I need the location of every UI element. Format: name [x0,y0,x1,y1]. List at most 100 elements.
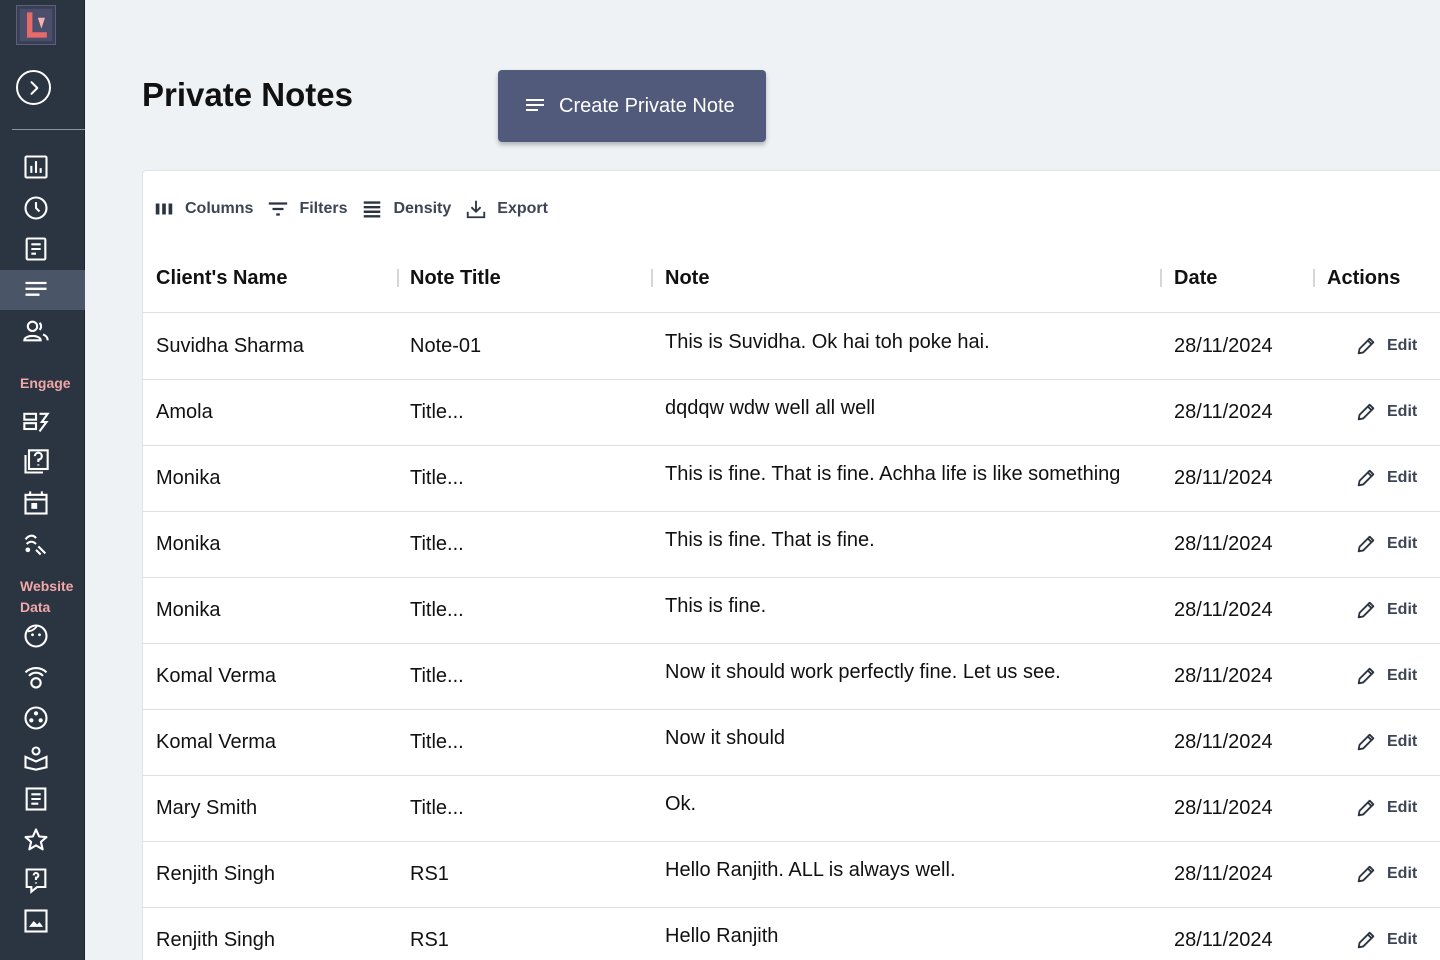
column-separator[interactable] [397,269,399,287]
sidebar-divider [12,129,85,130]
grid-toolbar: Columns Filters Density Export [153,197,562,221]
column-separator[interactable] [1160,269,1162,287]
sidebar-item-broadcast[interactable] [0,657,85,697]
sidebar-item-reviews[interactable] [0,820,85,860]
sidebar-item-gallery[interactable] [0,901,85,941]
sidebar-item-form[interactable] [0,229,85,269]
column-header-note-title[interactable]: Note Title [410,249,501,313]
create-private-note-label: Create Private Note [559,94,735,117]
cell-note-title: Title... [410,665,464,687]
cell-note: This is Suvidha. Ok hai toh poke hai. [665,331,990,353]
cell-note-title: Title... [410,401,464,423]
export-button[interactable]: Export [465,198,548,220]
cell-client-name: Monika [156,599,221,621]
cell-client-name: Renjith Singh [156,929,275,951]
edit-button[interactable]: Edit [1355,335,1417,357]
calendar-icon [24,491,48,515]
table-row[interactable]: Renjith Singh RS1 Hello Ranjith 28/11/20… [143,908,1440,960]
integrations-icon [24,706,48,730]
pencil-icon [1357,667,1375,685]
campaign-icon [23,412,50,432]
table-row[interactable]: Amola Title... dqdqw wdw well all well 2… [143,380,1440,446]
sidebar-item-clients[interactable] [0,311,85,351]
cell-note-title: RS1 [410,863,449,885]
edit-button[interactable]: Edit [1355,401,1417,423]
edit-button[interactable]: Edit [1355,929,1417,951]
edit-label: Edit [1387,601,1418,618]
edit-label: Edit [1387,799,1418,816]
edit-button[interactable]: Edit [1355,863,1417,885]
cell-note-title: Title... [410,797,464,819]
column-header-note[interactable]: Note [665,249,709,313]
sidebar-item-articles[interactable] [0,779,85,819]
columns-label: Columns [185,200,254,217]
edit-button[interactable]: Edit [1355,599,1417,621]
sidebar-item-courses[interactable] [0,738,85,778]
courses-icon [24,746,48,771]
create-private-note-button[interactable]: Create Private Note [498,70,766,142]
column-separator[interactable] [651,269,653,287]
edit-button[interactable]: Edit [1355,467,1417,489]
edit-label: Edit [1387,469,1418,486]
notes-grid: Columns Filters Density Export Client's … [142,170,1440,960]
sidebar-item-quiz[interactable] [0,442,85,482]
cell-date: 28/11/2024 [1174,599,1273,621]
section-label-engage: Engage [20,375,71,391]
pencil-icon [1357,337,1375,355]
table-row[interactable]: Monika Title... This is fine. That is fi… [143,512,1440,578]
export-label: Export [497,200,548,217]
table-row[interactable]: Suvidha Sharma Note-01 This is Suvidha. … [143,314,1440,380]
edit-label: Edit [1387,865,1418,882]
cell-date: 28/11/2024 [1174,797,1273,819]
app-logo[interactable] [16,5,56,45]
column-separator[interactable] [1313,269,1315,287]
filters-label: Filters [299,200,348,217]
column-header-client-name[interactable]: Client's Name [156,249,287,313]
star-icon [24,828,48,851]
cell-date: 28/11/2024 [1174,929,1273,951]
sidebar-item-visitor[interactable] [0,616,85,656]
sidebar-item-campaign[interactable] [0,402,85,442]
cell-note: This is fine. [665,595,767,617]
column-header-actions: Actions [1327,267,1401,289]
edit-label: Edit [1387,403,1418,420]
pencil-icon [1357,535,1375,553]
edit-button[interactable]: Edit [1355,665,1417,687]
analytics-icon [24,155,48,179]
filters-button[interactable]: Filters [267,198,347,220]
quiz-icon [24,449,49,474]
columns-button[interactable]: Columns [153,198,253,220]
cell-client-name: Monika [156,467,221,489]
table-row[interactable]: Mary Smith Title... Ok. 28/11/2024 Edit [143,776,1440,842]
cell-note: Hello Ranjith. ALL is always well. [665,859,956,881]
sidebar-item-faq[interactable] [0,860,85,900]
table-row[interactable]: Monika Title... This is fine. 28/11/2024… [143,578,1440,644]
cell-date: 28/11/2024 [1174,335,1273,357]
sidebar-item-integrations[interactable] [0,698,85,738]
cell-note: This is fine. That is fine. Achha life i… [665,463,1121,485]
edit-button[interactable]: Edit [1355,731,1417,753]
sidebar-item-calendar[interactable] [0,483,85,523]
expand-sidebar-button[interactable] [16,70,51,105]
cell-client-name: Mary Smith [156,797,258,819]
density-button[interactable]: Density [361,198,451,220]
pencil-icon [1357,931,1375,949]
cell-note-title: Title... [410,533,464,555]
edit-button[interactable]: Edit [1355,797,1417,819]
column-header-date[interactable]: Date [1174,249,1217,313]
sidebar-item-analytics[interactable] [0,147,85,187]
table-row[interactable]: Monika Title... This is fine. That is fi… [143,446,1440,512]
table-row[interactable]: Renjith Singh RS1 Hello Ranjith. ALL is … [143,842,1440,908]
sidebar-item-history[interactable] [0,188,85,228]
notes-icon [526,99,544,111]
edit-button[interactable]: Edit [1355,533,1417,555]
edit-label: Edit [1387,337,1418,354]
cell-client-name: Renjith Singh [156,863,275,885]
cell-date: 28/11/2024 [1174,665,1273,687]
table-row[interactable]: Komal Verma Title... Now it should work … [143,644,1440,710]
sidebar-item-notes[interactable] [0,270,85,310]
cell-note: Hello Ranjith [665,925,779,947]
pencil-icon [1357,799,1375,817]
sidebar-item-automation[interactable] [0,524,85,564]
table-row[interactable]: Komal Verma Title... Now it should 28/11… [143,710,1440,776]
